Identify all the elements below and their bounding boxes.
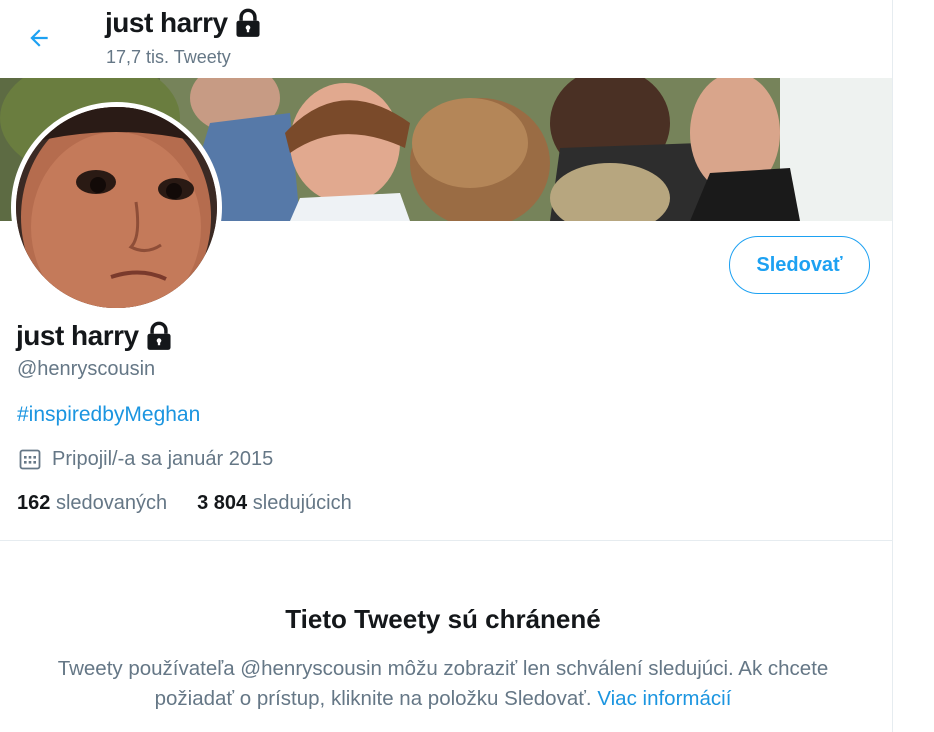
avatar[interactable]	[11, 102, 222, 313]
handle: @henryscousin	[17, 358, 156, 380]
more-info-link[interactable]: Viac informácií	[597, 687, 731, 710]
followers-count: 3 804	[197, 492, 248, 514]
follow-button[interactable]: Sledovať	[729, 236, 870, 294]
following-link[interactable]: 162 sledovaných	[17, 492, 167, 515]
header-title-row: just harry	[105, 7, 262, 39]
following-count: 162	[17, 492, 51, 514]
display-name: just harry	[16, 320, 139, 351]
bio-hashtag-link[interactable]: #inspiredbyMeghan	[17, 403, 200, 427]
following-label: sledovaných	[55, 492, 168, 514]
tweet-count: 17,7 tis. Tweety	[106, 47, 231, 67]
display-name-row: just harry	[16, 320, 173, 352]
arrow-left-icon	[30, 29, 48, 47]
profile-header: just harry 17,7 tis. Tweety	[0, 0, 892, 78]
divider	[0, 540, 892, 541]
join-date: Pripojil/-a sa január 2015	[18, 447, 273, 471]
lock-icon	[147, 321, 171, 350]
calendar-icon	[19, 449, 41, 470]
protected-title: Tieto Tweety sú chránené	[285, 604, 601, 634]
header-title: just harry	[105, 7, 228, 38]
back-button[interactable]	[18, 17, 60, 59]
lock-icon	[236, 8, 260, 37]
follow-stats: 162 sledovaných 3 804 sledujúcich	[17, 492, 352, 515]
join-date-text: Pripojil/-a sa január 2015	[52, 447, 274, 470]
protected-notice: Tweety používateľa @henryscousin môžu zo…	[20, 654, 866, 714]
profile-column: just harry 17,7 tis. Tweety Sledovať jus…	[0, 0, 893, 732]
followers-link[interactable]: 3 804 sledujúcich	[197, 492, 352, 515]
followers-label: sledujúcich	[252, 492, 352, 514]
